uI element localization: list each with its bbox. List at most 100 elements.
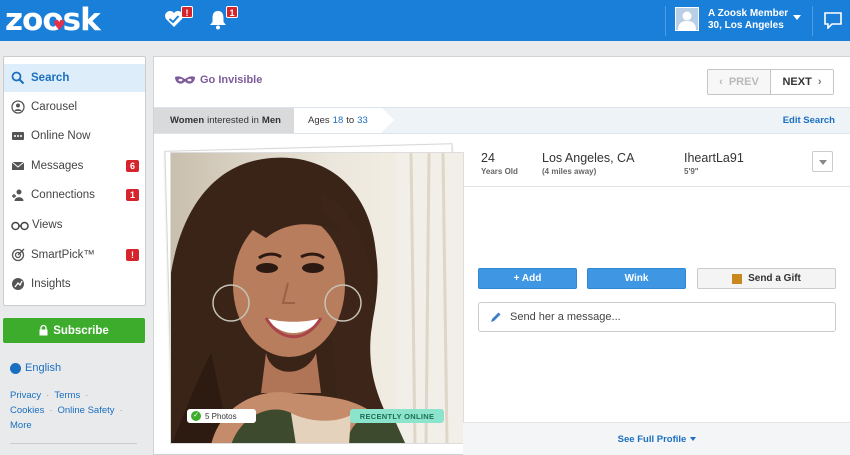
separator: · xyxy=(49,405,53,416)
subscribe-button[interactable]: Subscribe xyxy=(3,318,145,343)
profile-location: Los Angeles, CA xyxy=(542,151,635,165)
messages-badge: 6 xyxy=(126,160,139,172)
gender-filter[interactable]: Women interested in Men xyxy=(154,108,306,133)
profile-username: IheartLa91 xyxy=(684,151,744,165)
terms-link[interactable]: Terms xyxy=(54,390,80,401)
chat-bubble-icon xyxy=(824,12,842,30)
profile-age-sub: Years Old xyxy=(481,167,518,176)
target-icon xyxy=(11,248,25,262)
sidebar-item-views[interactable]: Views xyxy=(4,211,145,239)
user-silhouette-icon xyxy=(678,11,696,30)
age-filter[interactable]: Ages 18 to 33 xyxy=(294,108,394,133)
carousel-icon xyxy=(11,100,25,114)
sidebar-item-carousel[interactable]: Carousel xyxy=(4,93,145,121)
separator: · xyxy=(85,390,89,401)
go-invisible-button[interactable]: Go Invisible xyxy=(174,74,262,86)
sidebar-item-label: Online Now xyxy=(31,130,91,142)
go-invisible-label: Go Invisible xyxy=(200,74,263,86)
age-min: 18 xyxy=(332,115,344,126)
envelope-icon xyxy=(11,161,25,170)
photos-count-badge[interactable]: ✓ 5 Photos xyxy=(187,409,256,423)
see-full-profile-link[interactable]: See Full Profile xyxy=(463,422,850,455)
sidebar-item-label: SmartPick™ xyxy=(31,249,95,261)
lock-icon xyxy=(39,325,48,336)
divider xyxy=(665,6,666,36)
sidebar-item-messages[interactable]: Messages 6 xyxy=(4,152,145,180)
next-button[interactable]: NEXT › xyxy=(771,70,833,94)
chevron-left-icon: ‹ xyxy=(719,76,723,88)
pencil-icon xyxy=(491,312,501,322)
glasses-icon xyxy=(11,221,29,231)
profile-options-dropdown[interactable] xyxy=(812,151,833,172)
profile-photo-stack[interactable]: ✓ 5 Photos RECENTLY ONLINE xyxy=(164,143,464,447)
alerts-badge: 1 xyxy=(226,6,238,18)
message-placeholder: Send her a message... xyxy=(510,311,621,323)
edit-search-link[interactable]: Edit Search xyxy=(783,115,835,126)
online-safety-link[interactable]: Online Safety xyxy=(58,405,115,416)
main-panel: Go Invisible ‹ PREV NEXT › Women interes… xyxy=(153,56,850,455)
filter-men: Men xyxy=(261,115,281,126)
smartpick-badge: ! xyxy=(126,249,139,261)
sidebar-item-online-now[interactable]: Online Now xyxy=(4,122,145,150)
filter-connector: interested in xyxy=(207,115,259,126)
chat-dots-icon xyxy=(12,132,24,140)
separator: · xyxy=(46,390,50,401)
filter-women: Women xyxy=(170,115,205,126)
logo-heart-icon: ♥ xyxy=(53,18,66,34)
chevron-down-icon xyxy=(690,437,697,441)
cookies-link[interactable]: Cookies xyxy=(10,405,44,416)
bell-icon xyxy=(210,11,226,30)
next-label: NEXT xyxy=(782,76,812,88)
recently-online-badge: RECENTLY ONLINE xyxy=(350,409,444,423)
gift-icon xyxy=(732,273,743,284)
account-menu-chevron-icon[interactable] xyxy=(793,15,801,20)
ages-label: Ages xyxy=(308,115,330,126)
sidebar-item-label: Connections xyxy=(31,189,95,201)
sidebar-item-connections[interactable]: Connections 1 xyxy=(4,181,145,209)
prev-button[interactable]: ‹ PREV xyxy=(708,70,771,94)
sidebar-nav: Search Carousel Online Now Messages 6 Co… xyxy=(3,56,146,306)
zoosk-logo[interactable]: zoosk ♥ xyxy=(5,3,101,37)
message-input[interactable]: Send her a message... xyxy=(478,302,836,332)
search-filter-bar: Women interested in Men Ages 18 to 33 Ed… xyxy=(154,107,850,134)
profile-summary: 24 Years Old Los Angeles, CA (4 miles aw… xyxy=(463,137,850,187)
member-age-location[interactable]: 30, Los Angeles xyxy=(708,20,784,31)
chat-button[interactable] xyxy=(823,11,843,30)
profile-photo-image xyxy=(171,153,463,443)
check-icon: ✓ xyxy=(191,411,201,421)
language-label: English xyxy=(25,362,62,374)
member-name[interactable]: A Zoosk Member xyxy=(708,8,788,19)
alerts-button[interactable]: 1 xyxy=(208,6,238,31)
globe-icon xyxy=(10,362,21,374)
more-link[interactable]: More xyxy=(10,420,32,431)
footer-links: Privacy · Terms · Cookies · Online Safety · Mo… xyxy=(10,388,140,433)
send-gift-label: Send a Gift xyxy=(748,273,801,284)
profile-photo[interactable] xyxy=(170,152,464,444)
top-bar: zoosk ♥ ! 1 A Zoosk Member 30, Los Angel… xyxy=(0,0,850,41)
connections-icon xyxy=(12,189,24,201)
divider xyxy=(10,443,137,444)
matches-button[interactable]: ! xyxy=(163,6,193,31)
matches-badge: ! xyxy=(181,6,193,18)
sidebar-item-smartpick[interactable]: SmartPick™ ! xyxy=(4,241,145,269)
search-icon xyxy=(11,71,25,85)
sidebar-item-label: Messages xyxy=(31,160,84,172)
age-to: to xyxy=(346,115,355,126)
sidebar-item-label: Views xyxy=(32,219,63,231)
photos-count-label: 5 Photos xyxy=(205,411,237,421)
add-button[interactable]: + Add xyxy=(478,268,577,289)
pager: ‹ PREV NEXT › xyxy=(707,69,834,95)
sidebar-item-label: Search xyxy=(31,72,70,84)
profile-age: 24 xyxy=(481,151,495,165)
sidebar-item-insights[interactable]: Insights xyxy=(4,270,145,298)
wink-button[interactable]: Wink xyxy=(587,268,686,289)
language-selector[interactable]: English xyxy=(10,362,61,374)
sidebar-item-label: Carousel xyxy=(31,101,78,113)
send-gift-button[interactable]: Send a Gift xyxy=(697,268,836,289)
profile-height: 5'9" xyxy=(684,167,699,176)
divider xyxy=(812,6,813,36)
avatar[interactable] xyxy=(675,7,699,31)
subscribe-label: Subscribe xyxy=(53,324,109,337)
privacy-link[interactable]: Privacy xyxy=(10,390,41,401)
sidebar-item-search[interactable]: Search xyxy=(4,64,145,92)
